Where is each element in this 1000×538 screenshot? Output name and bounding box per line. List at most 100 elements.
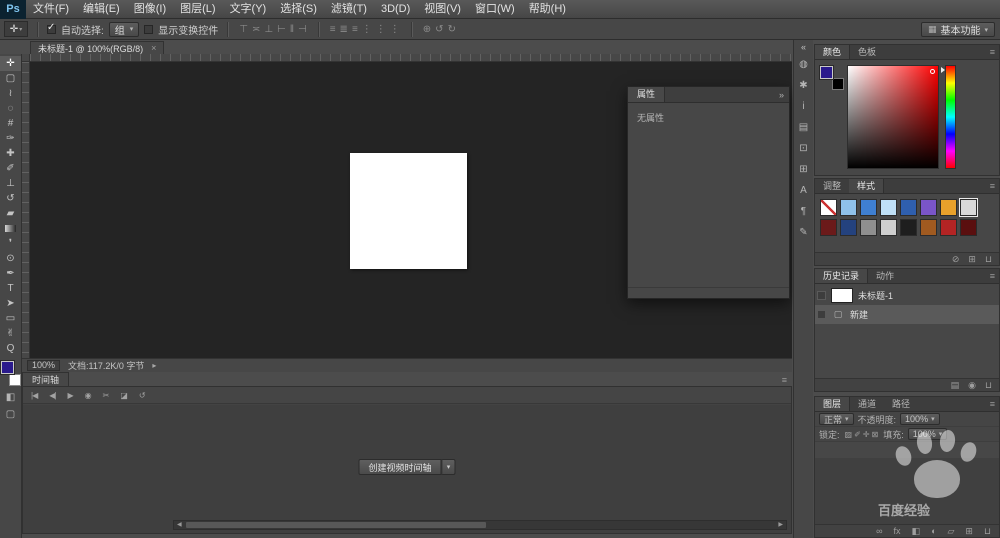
paragraph-panel-icon[interactable]: ¶	[801, 201, 806, 222]
audio-icon[interactable]: ◉	[85, 391, 92, 400]
auto-select-dropdown[interactable]: 组 ▾	[108, 21, 140, 37]
histogram-panel-icon[interactable]: ▤	[799, 117, 808, 138]
align-top-edges-icon[interactable]: ⊤	[237, 24, 250, 35]
tab-swatches[interactable]: 色板	[850, 45, 884, 59]
foreground-color-swatch[interactable]	[0, 360, 15, 375]
delete-layer-icon[interactable]: ⊔	[983, 526, 992, 537]
color-panel-swatches[interactable]	[819, 65, 844, 90]
distribute-top-edges-icon[interactable]: ≡	[328, 24, 338, 35]
menu-help[interactable]: 帮助(H)	[522, 3, 573, 15]
style-swatch-6[interactable]	[920, 199, 937, 216]
menu-image[interactable]: 图像(I)	[127, 3, 173, 15]
menu-filter[interactable]: 滤镜(T)	[324, 3, 374, 15]
new-adjustment-layer-icon[interactable]: ◐	[930, 526, 937, 536]
new-group-icon[interactable]: ▱	[947, 526, 956, 537]
new-style-icon[interactable]: ⊞	[968, 254, 976, 265]
menu-select[interactable]: 选择(S)	[273, 3, 324, 15]
create-video-timeline-button[interactable]: 创建视频时间轴	[358, 459, 442, 475]
blur-tool[interactable]: ❜	[0, 236, 21, 251]
horizontal-type-tool[interactable]: T	[0, 281, 21, 296]
scroll-right-icon[interactable]: ▶	[776, 522, 785, 529]
styles-panel-icon[interactable]: ✱	[799, 75, 807, 96]
crop-tool[interactable]: #	[0, 116, 21, 131]
tab-history[interactable]: 历史记录	[815, 269, 869, 283]
styles-panel-menu-icon[interactable]: ≡	[990, 181, 995, 191]
style-swatch-9[interactable]	[820, 219, 837, 236]
style-swatch-2[interactable]	[840, 199, 857, 216]
tool-preset-button[interactable]: ✛ ▾	[4, 21, 28, 37]
brush-tool[interactable]: ✐	[0, 161, 21, 176]
style-swatch-7[interactable]	[940, 199, 957, 216]
character-panel-icon[interactable]: A	[800, 180, 807, 201]
style-swatch-5[interactable]	[900, 199, 917, 216]
align-horizontal-centers-icon[interactable]: ‖	[288, 24, 296, 35]
tab-close-icon[interactable]: ×	[151, 43, 156, 53]
transition-icon[interactable]: ◪	[120, 391, 128, 400]
opacity-dropdown[interactable]: 100% ▾	[900, 413, 940, 425]
quick-selection-tool[interactable]: ◌	[0, 101, 21, 116]
show-transform-checkbox[interactable]	[144, 24, 154, 34]
expand-panels-icon[interactable]: «	[801, 40, 806, 54]
gradient-tool[interactable]	[0, 221, 21, 236]
background-color-mini-swatch[interactable]	[832, 78, 844, 90]
screen-mode-button[interactable]: ▢	[0, 409, 21, 420]
history-panel-menu-icon[interactable]: ≡	[990, 271, 995, 281]
clear-style-icon[interactable]: ⊘	[952, 254, 960, 265]
style-swatch-3[interactable]	[860, 199, 877, 216]
align-vertical-centers-icon[interactable]: ≍	[250, 24, 262, 35]
foreground-background-swatches[interactable]	[0, 360, 21, 386]
style-swatch-8[interactable]	[959, 198, 978, 217]
eraser-tool[interactable]: ▰	[0, 206, 21, 221]
style-swatch-15[interactable]	[940, 219, 957, 236]
rectangle-tool[interactable]: ▭	[0, 311, 21, 326]
menu-type[interactable]: 文字(Y)	[223, 3, 274, 15]
new-document-from-state-icon[interactable]: ▤	[951, 380, 960, 391]
history-brush-source-box[interactable]	[817, 291, 826, 300]
navigator-panel-icon[interactable]: ⊡	[799, 138, 807, 159]
3d-roll-icon[interactable]: ↻	[446, 24, 458, 35]
move-tool[interactable]: ✛	[0, 56, 21, 71]
menu-3d[interactable]: 3D(D)	[374, 3, 417, 15]
tab-layers[interactable]: 图层	[815, 397, 851, 411]
background-color-swatch[interactable]	[8, 374, 21, 386]
tab-color[interactable]: 颜色	[815, 45, 851, 59]
add-layer-mask-icon[interactable]: ◧	[911, 526, 922, 537]
pen-tool[interactable]: ✒	[0, 266, 21, 281]
style-swatch-11[interactable]	[860, 219, 877, 236]
notes-panel-icon[interactable]: ✎	[799, 222, 807, 243]
layers-panel-menu-icon[interactable]: ≡	[990, 399, 995, 409]
clone-source-panel-icon[interactable]: ⊞	[799, 159, 807, 180]
spot-healing-brush-tool[interactable]: ✚	[0, 146, 21, 161]
fill-dropdown[interactable]: 100% ▾	[907, 428, 948, 440]
style-swatch-13[interactable]	[900, 219, 917, 236]
hue-ramp[interactable]	[945, 65, 956, 169]
tab-properties[interactable]: 属性	[628, 87, 666, 102]
zoom-tool[interactable]: Q	[0, 341, 21, 356]
lock-all-icon[interactable]: ⊠	[870, 430, 879, 439]
saturation-brightness-field[interactable]	[847, 65, 939, 169]
menu-file[interactable]: 文件(F)	[26, 3, 76, 15]
foreground-color-mini-swatch[interactable]	[819, 65, 834, 80]
previous-frame-icon[interactable]: ◀|	[49, 391, 56, 400]
new-layer-icon[interactable]: ⊞	[964, 526, 974, 537]
scrollbar-thumb[interactable]	[186, 522, 486, 528]
blend-mode-dropdown[interactable]: 正常 ▾	[819, 413, 854, 425]
style-swatch-12[interactable]	[880, 219, 897, 236]
auto-select-checkbox[interactable]	[47, 22, 56, 34]
status-expander-icon[interactable]: ▸	[152, 361, 156, 370]
clone-stamp-tool[interactable]: ⊥	[0, 176, 21, 191]
tab-timeline[interactable]: 时间轴	[22, 372, 70, 386]
settings-icon[interactable]: ↺	[139, 391, 146, 400]
style-swatch-16[interactable]	[960, 219, 977, 236]
3d-rotate-icon[interactable]: ↺	[433, 24, 445, 35]
menu-window[interactable]: 窗口(W)	[468, 3, 522, 15]
history-snapshot-row[interactable]: 未标题-1	[815, 286, 999, 305]
document-tab[interactable]: 未标题-1 @ 100%(RGB/8) ×	[30, 41, 165, 54]
hand-tool[interactable]: ✌	[0, 326, 21, 341]
tab-styles[interactable]: 样式	[849, 179, 885, 193]
style-swatch-14[interactable]	[920, 219, 937, 236]
timeline-menu-icon[interactable]: ≡	[782, 375, 787, 385]
quick-mask-button[interactable]: ◧	[0, 392, 21, 403]
auto-align-layers-icon[interactable]: ⊕	[421, 24, 433, 35]
collapse-to-icons-icon[interactable]: »	[779, 90, 789, 100]
